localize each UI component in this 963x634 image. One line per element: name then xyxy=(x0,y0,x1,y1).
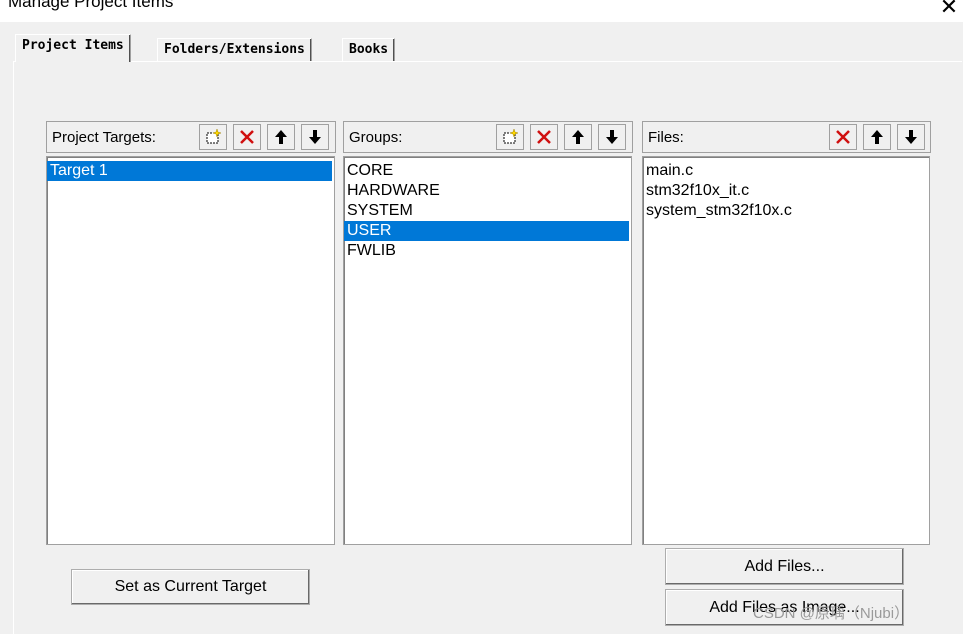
new-group-button[interactable] xyxy=(496,124,524,150)
files-list[interactable]: main.c stm32f10x_it.c system_stm32f10x.c xyxy=(642,156,930,545)
move-up-file-button[interactable] xyxy=(863,124,891,150)
list-item[interactable]: FWLIB xyxy=(344,241,631,261)
list-item[interactable]: CORE xyxy=(344,161,631,181)
delete-icon xyxy=(240,130,254,144)
list-item[interactable]: Target 1 xyxy=(47,161,332,181)
files-header: Files: xyxy=(642,121,931,153)
move-up-icon xyxy=(572,130,584,144)
list-item[interactable]: main.c xyxy=(643,161,929,181)
delete-icon xyxy=(537,130,551,144)
groups-list[interactable]: CORE HARDWARE SYSTEM USER FWLIB xyxy=(343,156,632,545)
list-item[interactable]: SYSTEM xyxy=(344,201,631,221)
list-item[interactable]: system_stm32f10x.c xyxy=(643,201,929,221)
delete-group-button[interactable] xyxy=(530,124,558,150)
move-up-target-button[interactable] xyxy=(267,124,295,150)
tab-books[interactable]: Books xyxy=(342,38,396,61)
move-up-icon xyxy=(871,130,883,144)
watermark: CSDN @原瑀（Njubi） xyxy=(753,605,910,622)
tab-folders-extensions[interactable]: Folders/Extensions xyxy=(157,38,312,61)
move-up-group-button[interactable] xyxy=(564,124,592,150)
set-current-target-button[interactable]: Set as Current Target xyxy=(71,569,310,605)
targets-header: Project Targets: xyxy=(46,121,336,153)
move-up-icon xyxy=(275,130,287,144)
delete-target-button[interactable] xyxy=(233,124,261,150)
files-label: Files: xyxy=(648,129,684,146)
move-down-icon xyxy=(905,130,917,144)
new-item-icon xyxy=(503,128,519,144)
list-item[interactable]: stm32f10x_it.c xyxy=(643,181,929,201)
targets-list[interactable]: Target 1 xyxy=(46,156,335,545)
targets-label: Project Targets: xyxy=(52,129,156,146)
move-down-group-button[interactable] xyxy=(598,124,626,150)
list-item[interactable]: USER xyxy=(344,221,629,241)
delete-icon xyxy=(836,130,850,144)
delete-file-button[interactable] xyxy=(829,124,857,150)
move-down-icon xyxy=(309,130,321,144)
move-down-file-button[interactable] xyxy=(897,124,925,150)
window-title: Manage Project Items xyxy=(8,0,174,11)
groups-header: Groups: xyxy=(343,121,633,153)
list-item[interactable]: HARDWARE xyxy=(344,181,631,201)
add-files-button[interactable]: Add Files... xyxy=(665,548,904,585)
title-bar: Manage Project Items ✕ xyxy=(0,0,963,22)
new-target-button[interactable] xyxy=(199,124,227,150)
tab-project-items[interactable]: Project Items xyxy=(15,34,131,62)
move-down-icon xyxy=(606,130,618,144)
move-down-target-button[interactable] xyxy=(301,124,329,150)
close-icon[interactable]: ✕ xyxy=(935,0,963,20)
groups-label: Groups: xyxy=(349,129,403,146)
new-item-icon xyxy=(206,128,222,144)
